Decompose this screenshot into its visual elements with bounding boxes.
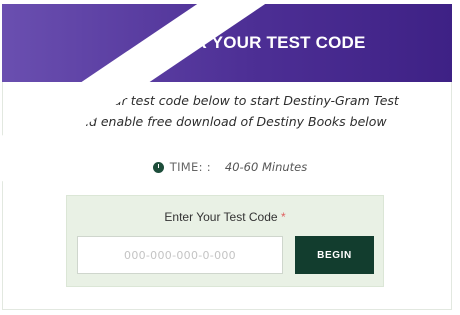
test-code-card: ENTER YOUR TEST CODE Enter your test cod…	[0, 0, 460, 315]
time-value: 40-60 Minutes	[224, 160, 308, 174]
begin-button[interactable]: BEGIN	[295, 236, 374, 274]
time-row: TIME: : 40-60 Minutes	[0, 160, 460, 174]
test-code-input[interactable]	[77, 236, 283, 274]
code-label-text: Enter Your Test Code	[164, 210, 278, 224]
required-marker: *	[280, 210, 286, 224]
code-label: Enter Your Test Code *	[67, 210, 383, 224]
clock-icon	[152, 161, 164, 173]
code-entry-box: Enter Your Test Code * BEGIN	[66, 195, 384, 287]
time-label: TIME: :	[169, 160, 211, 174]
